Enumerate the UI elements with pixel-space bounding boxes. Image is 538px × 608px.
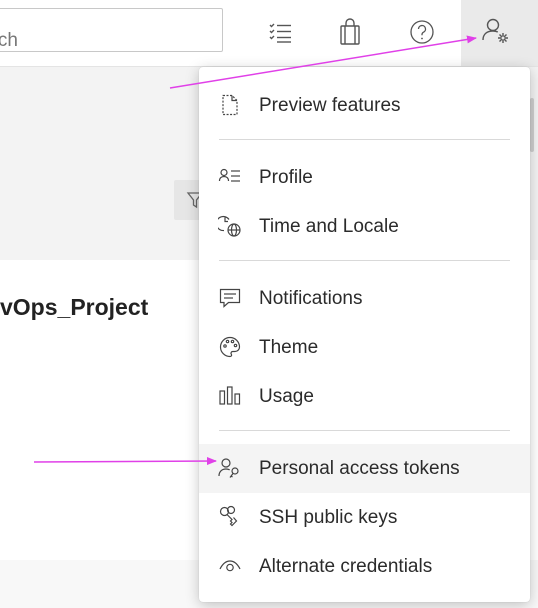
menu-item-profile[interactable]: Profile <box>199 153 530 202</box>
comment-icon <box>218 286 242 310</box>
profile-card-icon <box>218 165 242 189</box>
menu-item-label: Preview features <box>259 95 401 116</box>
search-input[interactable]: arch <box>0 8 223 52</box>
user-key-icon <box>218 456 242 480</box>
menu-item-label: SSH public keys <box>259 507 398 528</box>
menu-divider <box>219 430 510 431</box>
eye-icon <box>218 554 242 578</box>
menu-item-preview-features[interactable]: Preview features <box>199 81 530 130</box>
menu-item-ssh-public-keys[interactable]: SSH public keys <box>199 493 530 542</box>
menu-item-label: Personal access tokens <box>259 458 460 479</box>
menu-item-theme[interactable]: Theme <box>199 323 530 372</box>
menu-item-usage[interactable]: Usage <box>199 372 530 421</box>
menu-divider <box>219 139 510 140</box>
menu-item-label: Alternate credentials <box>259 556 433 577</box>
menu-item-notifications[interactable]: Notifications <box>199 274 530 323</box>
task-list-icon[interactable] <box>264 16 296 48</box>
menu-item-personal-access-tokens[interactable]: Personal access tokens <box>199 444 530 493</box>
user-settings-button[interactable] <box>461 0 538 66</box>
clock-globe-icon <box>215 214 242 238</box>
page-icon <box>218 93 242 117</box>
menu-item-label: Usage <box>259 386 314 407</box>
palette-icon <box>218 335 242 359</box>
scrollbar[interactable] <box>530 98 534 152</box>
help-icon[interactable] <box>406 16 438 48</box>
menu-item-label: Notifications <box>259 288 363 309</box>
bar-chart-icon <box>218 384 242 408</box>
menu-item-time-and-locale[interactable]: Time and Locale <box>199 202 530 251</box>
user-settings-menu: Preview features Profile Time and Locale <box>199 67 530 602</box>
keys-icon <box>218 505 242 529</box>
project-title[interactable]: vOps_Project <box>0 294 148 321</box>
menu-item-alternate-credentials[interactable]: Alternate credentials <box>199 542 530 591</box>
menu-item-label: Time and Locale <box>259 216 399 237</box>
top-bar: arch <box>0 0 538 67</box>
user-settings-icon <box>481 16 511 51</box>
menu-item-label: Theme <box>259 337 319 358</box>
menu-item-label: Profile <box>259 167 313 188</box>
shopping-bag-icon[interactable] <box>334 16 366 48</box>
menu-divider <box>219 260 510 261</box>
search-text: arch <box>0 30 18 51</box>
